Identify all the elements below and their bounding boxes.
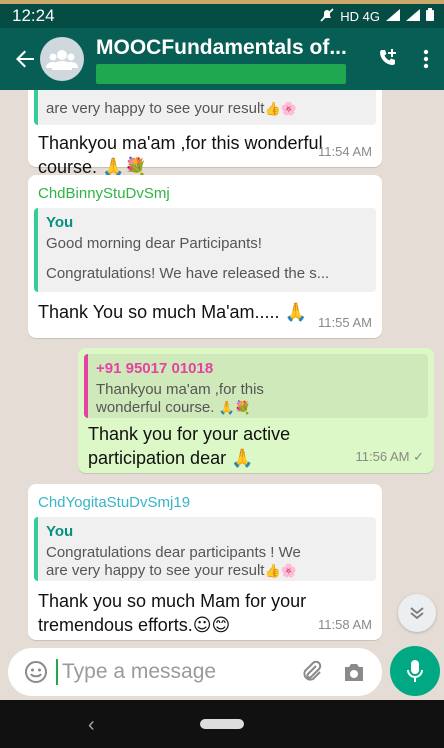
emoji-icon[interactable] bbox=[16, 660, 56, 684]
quoted-text-2: are very happy to see your result👍🌸 bbox=[46, 562, 297, 579]
status-icons: HD 4G bbox=[320, 7, 434, 25]
message-text: Thank you so much Mam for your tremendou… bbox=[38, 591, 307, 636]
scroll-down-icon[interactable] bbox=[398, 594, 436, 632]
mic-icon[interactable] bbox=[390, 646, 440, 696]
status-time: 12:24 bbox=[12, 6, 55, 25]
chat-title: MOOCFundamentals of... bbox=[96, 36, 347, 59]
quoted-text-2: Congratulations! We have released the s.… bbox=[46, 265, 330, 282]
network-label: HD 4G bbox=[340, 8, 380, 24]
sender-name: ChdBinnyStuDvSmj bbox=[38, 185, 170, 202]
more-vert-icon[interactable] bbox=[408, 49, 444, 69]
quoted-author: You bbox=[46, 523, 74, 540]
quoted-text: Good morning dear Participants! bbox=[46, 235, 262, 252]
add-call-icon[interactable] bbox=[368, 47, 408, 71]
sent-tick-icon: ✓ bbox=[413, 449, 424, 464]
quoted-message: You Good morning dear Participants! Cong… bbox=[34, 208, 376, 292]
message-input-container[interactable]: Type a message bbox=[8, 648, 382, 696]
message-time: 11:55 AM bbox=[318, 315, 372, 330]
quoted-message: are very happy to see your result👍🌸 bbox=[34, 90, 376, 125]
message-bubble[interactable]: ChdBinnyStuDvSmj You Good morning dear P… bbox=[28, 175, 382, 338]
status-bar: 12:24 HD 4G bbox=[0, 4, 444, 28]
message-time: 11:56 AM ✓ bbox=[355, 449, 425, 464]
nav-home-pill[interactable] bbox=[200, 719, 244, 729]
message-time: 11:58 AM bbox=[318, 617, 372, 632]
nav-back-icon[interactable]: ‹ bbox=[88, 714, 95, 737]
attach-icon[interactable] bbox=[292, 660, 332, 684]
quoted-text: Thankyou ma'am ,for this wonderful cours… bbox=[96, 381, 264, 416]
sender-name: ChdYogitaStuDvSmj19 bbox=[38, 494, 191, 511]
quoted-author: +91 95017 01018 bbox=[96, 360, 214, 377]
message-input[interactable]: Type a message bbox=[56, 659, 292, 685]
chat-header: MOOCFundamentals of... bbox=[0, 28, 444, 90]
system-nav-bar: ‹ bbox=[0, 700, 444, 748]
camera-icon[interactable] bbox=[332, 661, 376, 683]
signal-icon bbox=[386, 8, 400, 24]
message-composer: Type a message bbox=[0, 646, 444, 700]
quoted-author: You bbox=[46, 214, 74, 231]
quoted-text: are very happy to see your result👍🌸 bbox=[46, 100, 297, 117]
group-avatar-icon[interactable] bbox=[40, 37, 84, 81]
chat-title-area[interactable]: MOOCFundamentals of... bbox=[96, 28, 368, 90]
back-arrow-icon[interactable] bbox=[10, 44, 40, 74]
message-bubble[interactable]: are very happy to see your result👍🌸 Than… bbox=[28, 90, 382, 178]
chat-area[interactable]: are very happy to see your result👍🌸 Than… bbox=[0, 90, 444, 646]
mute-icon bbox=[320, 7, 334, 25]
signal-icon-2 bbox=[406, 8, 420, 24]
quoted-message: +91 95017 01018 Thankyou ma'am ,for this… bbox=[84, 354, 428, 418]
redacted-subtitle bbox=[96, 64, 346, 84]
message-time: 11:54 AM bbox=[318, 144, 372, 159]
message-bubble[interactable]: ChdYogitaStuDvSmj19 You Congratulations … bbox=[28, 484, 382, 640]
quoted-message: You Congratulations dear participants ! … bbox=[34, 517, 376, 581]
message-text: Thank you for your active participation … bbox=[88, 424, 291, 469]
battery-icon bbox=[426, 8, 434, 24]
quoted-text: Congratulations dear participants ! We bbox=[46, 544, 301, 561]
message-bubble-outgoing[interactable]: +91 95017 01018 Thankyou ma'am ,for this… bbox=[78, 348, 434, 473]
